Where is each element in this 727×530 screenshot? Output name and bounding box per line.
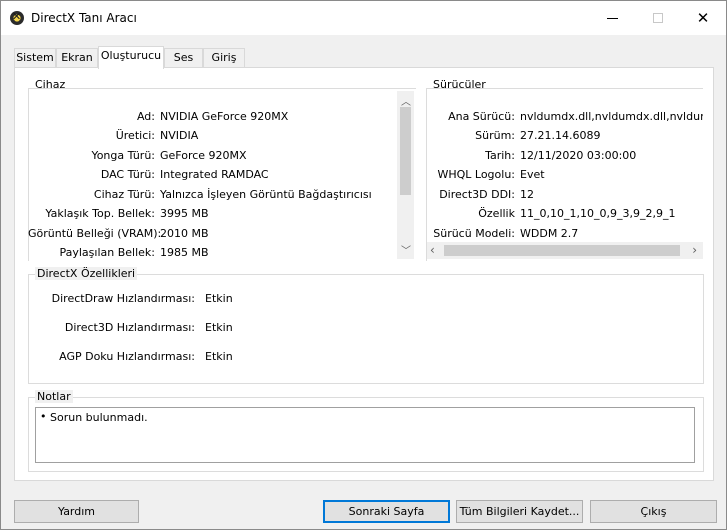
maximize-button[interactable] xyxy=(635,1,681,35)
device-value: NVIDIA xyxy=(160,129,199,142)
tab-giris[interactable]: Giriş xyxy=(203,48,245,68)
minimize-icon xyxy=(606,18,618,19)
driver-value: 27.21.14.6089 xyxy=(520,129,601,142)
scrollbar-thumb[interactable] xyxy=(400,107,411,195)
driver-row-feature-levels: Özellik 11_0,10_1,10_0,9_3,9_2,9_1 xyxy=(426,204,675,223)
title-bar: DirectX Tanı Aracı ✕ xyxy=(1,1,726,35)
device-row-vram: Görüntü Belleği (VRAM): 2010 MB xyxy=(28,224,209,243)
device-vertical-scrollbar[interactable]: ︿ ﹀ xyxy=(397,91,414,259)
feature-value: Etkin xyxy=(205,321,233,334)
help-button[interactable]: Yardım xyxy=(14,500,139,523)
feature-row-directdraw: DirectDraw Hızlandırması: Etkin xyxy=(28,289,233,308)
device-row-name: Ad: NVIDIA GeForce 920MX xyxy=(28,107,288,126)
scroll-right-icon[interactable]: › xyxy=(692,243,697,257)
device-group-title: Cihaz xyxy=(35,78,66,91)
device-label: Paylaşılan Bellek: xyxy=(59,246,155,259)
device-label: Yaklaşık Top. Bellek: xyxy=(45,207,155,220)
drivers-group-title: Sürücüler xyxy=(433,78,486,91)
driver-value: 11_0,10_1,10_0,9_3,9_2,9_1 xyxy=(520,207,676,220)
driver-row-main: Ana Sürücü: nvldumdx.dll,nvldumdx.dll,nv… xyxy=(426,107,703,126)
device-row-chip-type: Yonga Türü: GeForce 920MX xyxy=(28,146,247,165)
device-value: 2010 MB xyxy=(160,227,209,240)
device-label: Görüntü Belleği (VRAM): xyxy=(28,227,162,240)
driver-label: Ana Sürücü: xyxy=(448,110,515,123)
driver-row-whql: WHQL Logolu: Evet xyxy=(426,165,545,184)
scroll-down-icon[interactable]: ﹀ xyxy=(401,242,411,257)
driver-value: Evet xyxy=(520,168,545,181)
features-group: DirectX Özellikleri DirectDraw Hızlandır… xyxy=(28,267,704,384)
tab-ses[interactable]: Ses xyxy=(164,48,203,68)
scrollbar-thumb[interactable] xyxy=(444,245,680,256)
drivers-group: Sürücüler Ana Sürücü: nvldumdx.dll,nvldu… xyxy=(426,78,703,261)
feature-value: Etkin xyxy=(205,350,233,363)
feature-label: DirectDraw Hızlandırması: xyxy=(51,292,195,305)
device-row-dac-type: DAC Türü: Integrated RAMDAC xyxy=(28,165,269,184)
feature-label: AGP Doku Hızlandırması: xyxy=(59,350,195,363)
drivers-viewport: Ana Sürücü: nvldumdx.dll,nvldumdx.dll,nv… xyxy=(426,98,703,241)
device-label: Cihaz Türü: xyxy=(93,188,155,201)
device-group: Cihaz Ad: NVIDIA GeForce 920MX Üretici: … xyxy=(28,78,416,262)
device-value: GeForce 920MX xyxy=(160,149,247,162)
drivers-horizontal-scrollbar[interactable]: ‹ › xyxy=(427,242,703,259)
device-label: Ad: xyxy=(136,110,155,123)
driver-value: nvldumdx.dll,nvldumdx.dll,nvldumdx.d xyxy=(520,110,703,123)
device-label: Üretici: xyxy=(115,129,155,142)
close-button[interactable]: ✕ xyxy=(680,1,726,35)
driver-label: Sürüm: xyxy=(475,129,515,142)
driver-row-model: Sürücü Modeli: WDDM 2.7 xyxy=(426,224,578,241)
device-row-manufacturer: Üretici: NVIDIA xyxy=(28,126,199,145)
driver-label: Direct3D DDI: xyxy=(439,188,515,201)
next-page-button[interactable]: Sonraki Sayfa xyxy=(323,500,450,523)
notes-bullet: • xyxy=(40,410,47,423)
device-value: 3995 MB xyxy=(160,207,209,220)
device-row-total-memory: Yaklaşık Top. Bellek: 3995 MB xyxy=(28,204,209,223)
close-icon: ✕ xyxy=(696,9,710,27)
tab-sistem[interactable]: Sistem xyxy=(14,48,56,68)
device-row-device-type: Cihaz Türü: Yalnızca İşleyen Görüntü Bağ… xyxy=(28,185,372,204)
device-value: Integrated RAMDAC xyxy=(160,168,269,181)
scroll-left-icon[interactable]: ‹ xyxy=(430,243,435,257)
notes-group-title: Notlar xyxy=(35,390,73,403)
device-row-shared-memory: Paylaşılan Bellek: 1985 MB xyxy=(28,243,209,262)
driver-label: Tarih: xyxy=(485,149,515,162)
directx-app-icon xyxy=(10,10,24,25)
driver-label: Özellik xyxy=(478,207,515,220)
maximize-icon xyxy=(653,13,663,23)
feature-label: Direct3D Hızlandırması: xyxy=(64,321,195,334)
minimize-button[interactable] xyxy=(589,1,635,35)
driver-row-d3d-ddi: Direct3D DDI: 12 xyxy=(426,185,534,204)
driver-value: 12 xyxy=(520,188,534,201)
driver-value: 12/11/2020 03:00:00 xyxy=(520,149,637,162)
device-label: Yonga Türü: xyxy=(91,149,155,162)
driver-row-version: Sürüm: 27.21.14.6089 xyxy=(426,126,600,145)
tab-ekran[interactable]: Ekran xyxy=(56,48,98,68)
tab-olusturucu[interactable]: Oluşturucu xyxy=(98,46,164,69)
exit-button[interactable]: Çıkış xyxy=(590,500,717,523)
notes-text: Sorun bulunmadı. xyxy=(50,411,148,424)
notes-textbox[interactable]: • Sorun bulunmadı. xyxy=(35,407,695,463)
scroll-up-icon[interactable]: ︿ xyxy=(401,93,411,108)
device-value: Yalnızca İşleyen Görüntü Bağdaştırıcısı xyxy=(160,188,372,201)
driver-value: WDDM 2.7 xyxy=(520,227,579,240)
driver-label: WHQL Logolu: xyxy=(437,168,515,181)
features-group-title: DirectX Özellikleri xyxy=(35,267,138,280)
feature-row-agp: AGP Doku Hızlandırması: Etkin xyxy=(28,347,233,366)
feature-row-direct3d: Direct3D Hızlandırması: Etkin xyxy=(28,318,233,337)
save-all-info-button[interactable]: Tüm Bilgileri Kaydet... xyxy=(456,500,583,523)
driver-row-date: Tarih: 12/11/2020 03:00:00 xyxy=(426,146,636,165)
driver-label: Sürücü Modeli: xyxy=(433,227,515,240)
feature-value: Etkin xyxy=(205,292,233,305)
device-value: NVIDIA GeForce 920MX xyxy=(160,110,289,123)
device-label: DAC Türü: xyxy=(100,168,155,181)
main-window: DirectX Tanı Aracı ✕ Sistem Ekran Oluştu… xyxy=(0,0,727,530)
device-value: 1985 MB xyxy=(160,246,209,259)
window-title: DirectX Tanı Aracı xyxy=(31,11,137,25)
